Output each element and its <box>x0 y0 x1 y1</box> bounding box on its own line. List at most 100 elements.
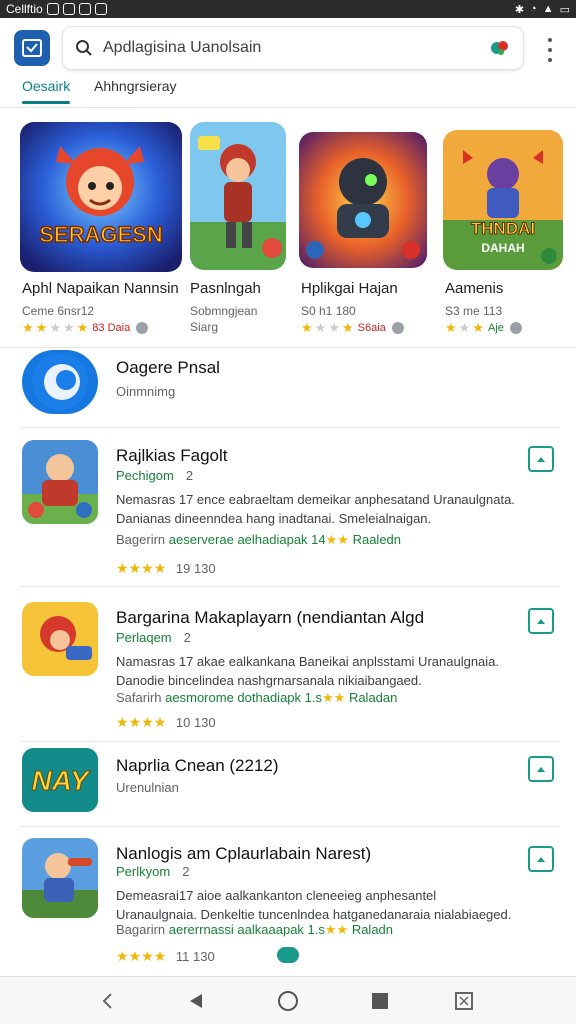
system-nav-bar <box>0 976 576 1024</box>
store-logo-icon[interactable] <box>14 30 50 66</box>
featured-thumbnail <box>190 122 286 270</box>
signal-icon: ▲ <box>542 3 554 15</box>
list-item-description: Namasras 17 akae ealkankana Baneikai anp… <box>116 654 500 688</box>
info-icon <box>391 322 404 334</box>
star-icon: ★ <box>153 560 167 576</box>
list-item-meta: Bagerirn aeserverae aelhadiapak 14★★ Raa… <box>116 532 402 547</box>
star-icon: ★ <box>458 320 471 335</box>
top-bar: Apdlagisina Uanolsain <box>0 24 576 76</box>
featured-card[interactable]: SERAGESN Aphl Napaikan Nannsin Ceme 6nsr… <box>20 122 182 335</box>
featured-card[interactable]: THNDAI DAHAH Aamenis S3 me 113 ★ ★ ★ Aje <box>443 130 563 335</box>
star-icon: ★ <box>472 320 484 335</box>
app-icon <box>22 350 98 414</box>
search-input[interactable]: Apdlagisina Uanolsain <box>103 39 489 57</box>
search-icon <box>76 40 92 56</box>
app-icon <box>22 440 98 524</box>
featured-rating: ★ ★ ★ ★ S6aia <box>301 320 404 336</box>
featured-banner-text: THNDAI <box>471 219 535 238</box>
list-item-category: Perlaqem 2 <box>116 630 191 645</box>
list-item-title: Rajlkias Fagolt <box>116 446 228 465</box>
star-icon: ★ <box>116 560 129 576</box>
featured-subtitle: S3 me 113 <box>445 304 503 318</box>
featured-name: Pasnlngah <box>190 280 261 297</box>
chevron-left-icon[interactable] <box>96 989 120 1013</box>
featured-rating: ★ ★ ★ Aje <box>445 320 522 336</box>
featured-subtitle: Ceme 6nsr12 <box>22 304 95 318</box>
star-icon: ★ <box>328 320 340 335</box>
featured-thumbnail: SERAGESN <box>20 122 182 272</box>
back-icon[interactable] <box>184 989 208 1013</box>
featured-rating: ★ ★ ★ ★ ★ 83 Daia <box>22 320 149 336</box>
list-item-title: Bargarina Makaplayarn (nendiantan Algd <box>116 608 425 627</box>
notification-icon <box>94 3 107 15</box>
info-icon <box>509 322 522 334</box>
search-bar[interactable]: Apdlagisina Uanolsain <box>62 26 524 70</box>
star-icon: ★ <box>128 714 142 730</box>
star-icon: ★ <box>76 320 89 335</box>
notification-icon <box>46 3 59 15</box>
featured-thumbnail <box>299 132 427 268</box>
more-options-icon[interactable] <box>540 38 560 62</box>
list-item-category: Perlkyom 2 <box>116 864 190 879</box>
open-app-button[interactable] <box>528 446 554 472</box>
recents-icon[interactable] <box>368 989 392 1013</box>
home-icon[interactable] <box>276 989 300 1013</box>
notification-icon <box>78 3 91 15</box>
star-icon: ★ <box>141 714 154 730</box>
battery-icon: ▭ <box>559 3 570 16</box>
featured-thumbnail: THNDAI DAHAH <box>443 130 563 270</box>
star-icon: ★ <box>128 560 142 576</box>
app-icon <box>22 838 98 918</box>
featured-banner-text-2: DAHAH <box>481 241 524 255</box>
featured-card[interactable]: Pasnlngah Sobmngjean Siarg <box>190 122 286 334</box>
featured-name: Aphl Napaikan Nannsin <box>22 280 179 297</box>
featured-banner-text: SERAGESN <box>39 222 162 247</box>
star-icon: ★ <box>35 320 48 335</box>
featured-name: Aamenis <box>445 280 504 297</box>
list-item-subtitle: Oinmnimg <box>116 384 176 399</box>
featured-card[interactable]: Hplikgai Hajan S0 h1 180 ★ ★ ★ ★ S6aia <box>299 132 427 335</box>
list-item-subtitle: Urenulnian <box>116 780 179 795</box>
star-icon: ★ <box>62 320 75 335</box>
star-icon: ★ <box>141 560 154 576</box>
app-icon-text: NAY <box>31 765 90 796</box>
screenshot-icon[interactable] <box>452 989 476 1013</box>
bluetooth-icon: ✱ <box>514 3 525 16</box>
scroll-indicator[interactable] <box>277 947 299 963</box>
app-icon <box>22 602 98 676</box>
open-app-button[interactable] <box>528 608 554 634</box>
featured-subtitle: Sobmngjean <box>190 304 258 318</box>
list-item-rating: ★★★★ 10 130 <box>116 714 216 730</box>
star-icon: ★ <box>22 320 34 335</box>
wifi-icon: ◔ <box>530 3 537 15</box>
star-icon: ★ <box>301 320 313 335</box>
star-icon: ★ <box>49 320 61 335</box>
list-item-title: Naprlia Cnean (2212) <box>116 756 279 775</box>
star-icon: ★ <box>153 714 167 730</box>
star-icon: ★ <box>153 948 167 964</box>
featured-rating-text: Aje <box>487 322 504 334</box>
open-app-button[interactable] <box>528 756 554 782</box>
divider <box>20 586 560 587</box>
carrier-label: Cellftio <box>6 2 43 16</box>
notification-icon <box>62 3 75 15</box>
star-icon: ★ <box>445 320 457 335</box>
tab-explore[interactable]: Oesairk <box>22 78 71 104</box>
tab-categories[interactable]: Ahhngrsieray <box>94 78 177 94</box>
star-icon: ★ <box>341 320 354 335</box>
featured-subtitle-2: Siarg <box>190 320 219 334</box>
divider <box>20 741 560 742</box>
tab-bar: Oesairk Ahhngrsieray <box>0 72 576 108</box>
list-item-title: Oagere Pnsal <box>116 358 220 377</box>
app-icon: NAY <box>22 748 98 812</box>
featured-rating-text: 83 Daia <box>92 322 131 334</box>
voice-search-icon[interactable] <box>489 37 511 59</box>
list-item-rating: ★★★★ 19 130 <box>116 560 216 576</box>
star-icon: ★ <box>128 948 142 964</box>
list-item-title: Nanlogis am Cplaurlabain Narest) <box>116 844 372 863</box>
star-icon: ★ <box>314 320 327 335</box>
open-app-button[interactable] <box>528 846 554 872</box>
featured-name: Hplikgai Hajan <box>301 280 398 297</box>
star-icon: ★ <box>116 714 129 730</box>
featured-subtitle: S0 h1 180 <box>301 304 356 318</box>
